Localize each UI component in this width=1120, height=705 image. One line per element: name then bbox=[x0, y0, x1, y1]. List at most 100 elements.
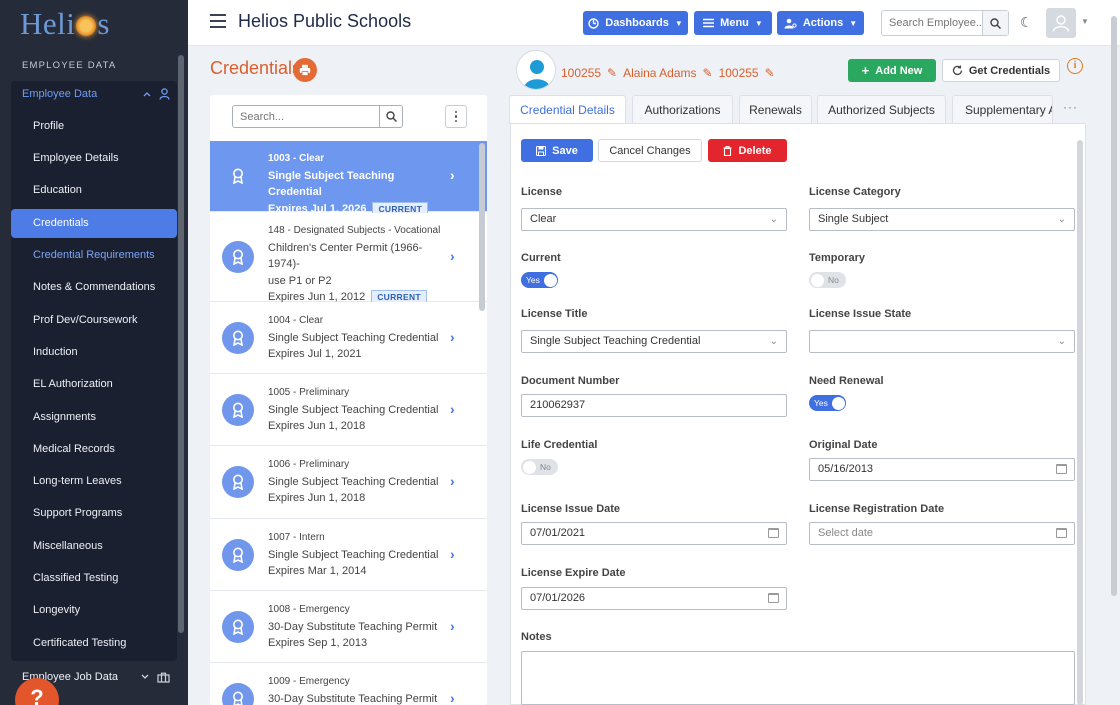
original-date-input[interactable]: 05/16/2013 bbox=[809, 458, 1075, 481]
info-icon[interactable]: i bbox=[1067, 58, 1083, 74]
credential-search-button[interactable] bbox=[379, 106, 402, 127]
dashboards-button[interactable]: Dashboards ▼ bbox=[583, 11, 688, 35]
caret-down-icon[interactable]: ▼ bbox=[1081, 17, 1089, 26]
notes-label: Notes bbox=[521, 631, 552, 643]
menu-button[interactable]: Menu ▼ bbox=[694, 11, 772, 35]
calendar-icon[interactable] bbox=[768, 528, 779, 538]
sidebar-item-employee-details[interactable]: Employee Details bbox=[11, 144, 177, 173]
credential-text: 148 - Designated Subjects - Vocational C… bbox=[268, 223, 448, 306]
document-number-input[interactable]: 210062937 bbox=[521, 394, 787, 417]
credential-code: 1004 - Clear bbox=[268, 315, 324, 326]
calendar-icon[interactable] bbox=[1056, 464, 1067, 474]
sidebar: Heli s EMPLOYEE DATA Employee Data Profil… bbox=[0, 0, 188, 705]
user-avatar[interactable] bbox=[1046, 8, 1076, 38]
sidebar-item-assignments[interactable]: Assignments bbox=[11, 403, 177, 432]
edit-pencil-icon[interactable]: ✎ bbox=[703, 66, 713, 80]
sidebar-item-notes-commendations[interactable]: Notes & Commendations bbox=[11, 273, 177, 302]
award-icon bbox=[222, 394, 254, 426]
chevron-right-icon: › bbox=[450, 473, 455, 489]
license-title-select[interactable]: Single Subject Teaching Credential ⌄ bbox=[521, 330, 787, 353]
actions-button[interactable]: Actions ▼ bbox=[777, 11, 864, 35]
tab-credential-details[interactable]: Credential Details bbox=[509, 95, 626, 124]
calendar-icon[interactable] bbox=[768, 593, 779, 603]
edit-pencil-icon[interactable]: ✎ bbox=[765, 66, 775, 80]
credential-text: 1008 - Emergency 30-Day Substitute Teach… bbox=[268, 602, 448, 652]
sidebar-item-certificated-testing[interactable]: Certificated Testing bbox=[11, 629, 177, 658]
life-credential-toggle[interactable]: No bbox=[521, 459, 558, 475]
notes-textarea[interactable] bbox=[521, 651, 1075, 705]
credential-list-item[interactable]: 1009 - Emergency 30-Day Substitute Teach… bbox=[210, 663, 487, 705]
sidebar-item-el-authorization[interactable]: EL Authorization bbox=[11, 370, 177, 399]
license-expire-date-input[interactable]: 07/01/2026 bbox=[521, 587, 787, 610]
tab-supplementary[interactable]: Supplementary A bbox=[952, 95, 1053, 123]
tab-authorized-subjects[interactable]: Authorized Subjects bbox=[817, 95, 946, 123]
floppy-disk-icon bbox=[536, 145, 547, 156]
license-registration-date-input[interactable]: Select date bbox=[809, 522, 1075, 545]
sidebar-item-induction[interactable]: Induction bbox=[11, 338, 177, 367]
credential-list-item[interactable]: 1008 - Emergency 30-Day Substitute Teach… bbox=[210, 591, 487, 663]
temporary-toggle[interactable]: No bbox=[809, 272, 846, 288]
form-scrollbar[interactable] bbox=[1077, 140, 1083, 705]
logo-text-left: Heli bbox=[20, 6, 76, 41]
sidebar-item-long-term-leaves[interactable]: Long-term Leaves bbox=[11, 467, 177, 496]
license-registration-date-label: License Registration Date bbox=[809, 503, 945, 515]
sidebar-item-credentials[interactable]: Credentials bbox=[11, 209, 177, 238]
credential-list-item[interactable]: 1006 - Preliminary Single Subject Teachi… bbox=[210, 446, 487, 519]
sidebar-scrollbar[interactable] bbox=[178, 55, 184, 633]
credential-list-item[interactable]: 1003 - Clear Single Subject Teaching Cre… bbox=[210, 141, 487, 217]
current-toggle[interactable]: Yes bbox=[521, 272, 558, 288]
credential-search-input[interactable] bbox=[233, 106, 379, 127]
credential-code: 1003 - Clear bbox=[268, 153, 325, 164]
calendar-icon[interactable] bbox=[1056, 528, 1067, 538]
sidebar-item-longevity[interactable]: Longevity bbox=[11, 596, 177, 625]
sidebar-item-support-programs[interactable]: Support Programs bbox=[11, 499, 177, 528]
sidebar-item-profile[interactable]: Profile bbox=[11, 112, 177, 141]
credential-list-item[interactable]: 148 - Designated Subjects - Vocational C… bbox=[210, 213, 487, 305]
print-button[interactable] bbox=[293, 58, 317, 82]
actions-label: Actions bbox=[802, 17, 844, 29]
license-select[interactable]: Clear ⌄ bbox=[521, 208, 787, 231]
sidebar-item-credential-requirements[interactable]: Credential Requirements bbox=[11, 241, 177, 270]
sidebar-item-classified-testing[interactable]: Classified Testing bbox=[11, 564, 177, 593]
credential-text: 1004 - Clear Single Subject Teaching Cre… bbox=[268, 313, 448, 363]
credential-list-item[interactable]: 1007 - Intern Single Subject Teaching Cr… bbox=[210, 519, 487, 591]
need-renewal-toggle[interactable]: Yes bbox=[809, 395, 846, 411]
credential-list-item[interactable]: 1004 - Clear Single Subject Teaching Cre… bbox=[210, 302, 487, 374]
briefcase-icon bbox=[157, 672, 170, 683]
credential-title: Children's Center Permit (1966-1974)- bbox=[268, 241, 423, 271]
license-issue-date-input[interactable]: 07/01/2021 bbox=[521, 522, 787, 545]
chevron-right-icon: › bbox=[450, 167, 455, 183]
helios-logo[interactable]: Heli s bbox=[20, 6, 110, 42]
credential-code: 148 - Designated Subjects - Vocational bbox=[268, 225, 441, 236]
license-issue-state-select[interactable]: ⌄ bbox=[809, 330, 1075, 353]
add-new-button[interactable]: + Add New bbox=[848, 59, 936, 82]
employee-search-button[interactable] bbox=[982, 11, 1008, 35]
cancel-changes-button[interactable]: Cancel Changes bbox=[598, 139, 702, 162]
hamburger-menu-icon[interactable] bbox=[210, 14, 226, 28]
employee-id: 100255 bbox=[561, 66, 602, 80]
sidebar-item-medical-records[interactable]: Medical Records bbox=[11, 435, 177, 464]
credential-list-item[interactable]: 1005 - Preliminary Single Subject Teachi… bbox=[210, 374, 487, 446]
license-category-select[interactable]: Single Subject ⌄ bbox=[809, 208, 1075, 231]
page-scrollbar[interactable] bbox=[1111, 16, 1117, 596]
get-credentials-button[interactable]: Get Credentials bbox=[942, 59, 1060, 82]
credential-expiry: Expires Sep 1, 2013 bbox=[268, 637, 368, 649]
dark-mode-moon-icon[interactable]: ☾ bbox=[1020, 14, 1033, 31]
sidebar-group-employee-data[interactable]: Employee Data bbox=[22, 88, 170, 100]
app-title: Helios Public Schools bbox=[238, 11, 412, 31]
license-category-value: Single Subject bbox=[818, 213, 889, 225]
tab-renewals[interactable]: Renewals bbox=[739, 95, 812, 123]
user-cog-icon bbox=[784, 18, 797, 28]
save-label: Save bbox=[552, 144, 578, 157]
sidebar-item-education[interactable]: Education bbox=[11, 176, 177, 205]
tab-authorizations[interactable]: Authorizations bbox=[632, 95, 733, 123]
edit-pencil-icon[interactable]: ✎ bbox=[607, 66, 617, 80]
sidebar-item-miscellaneous[interactable]: Miscellaneous bbox=[11, 532, 177, 561]
tabs-more-ellipsis-icon[interactable]: ··· bbox=[1063, 100, 1078, 114]
employee-search-input[interactable] bbox=[882, 11, 982, 35]
list-options-kebab-icon[interactable] bbox=[445, 105, 467, 128]
delete-button[interactable]: Delete bbox=[708, 139, 787, 162]
sidebar-item-prof-dev[interactable]: Prof Dev/Coursework bbox=[11, 306, 177, 335]
credential-list-scrollbar[interactable] bbox=[479, 143, 485, 311]
save-button[interactable]: Save bbox=[521, 139, 593, 162]
